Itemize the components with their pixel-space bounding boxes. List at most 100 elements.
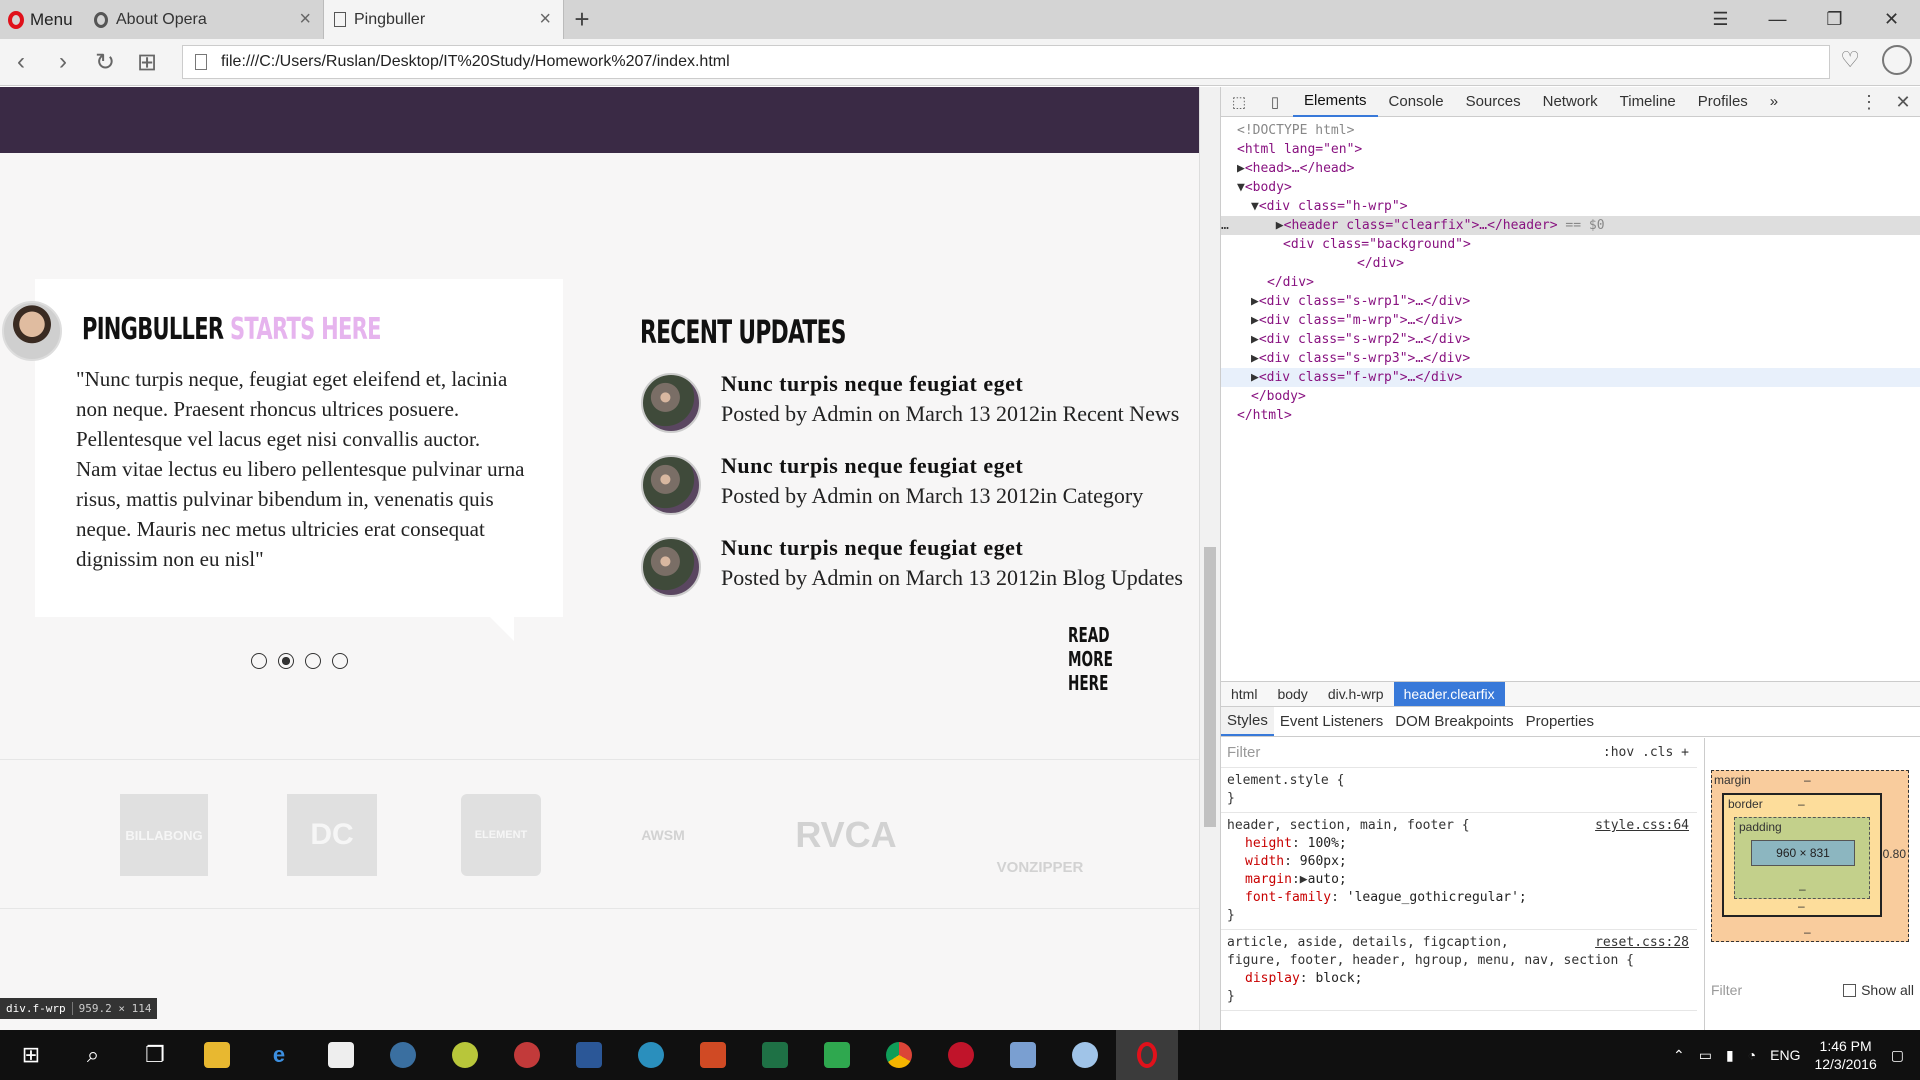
battery-icon[interactable]: ▮ xyxy=(1726,1047,1734,1064)
tab-elements[interactable]: Elements xyxy=(1293,87,1378,117)
forward-button[interactable]: › xyxy=(42,39,84,86)
speed-dial-icon[interactable]: ⊞ xyxy=(126,39,168,86)
recorder-icon[interactable] xyxy=(496,1030,558,1080)
subtab-styles[interactable]: Styles xyxy=(1221,707,1274,736)
inspect-element-icon[interactable]: ⬚ xyxy=(1221,93,1257,111)
more-tabs-icon[interactable]: » xyxy=(1759,87,1789,117)
language-indicator[interactable]: ENG xyxy=(1770,1047,1800,1063)
breadcrumb-item[interactable]: html xyxy=(1221,682,1267,706)
update-title[interactable]: Nunc turpis neque feugiat eget xyxy=(721,535,1023,561)
tray-chevron-icon[interactable]: ⌃ xyxy=(1673,1047,1685,1064)
update-title[interactable]: Nunc turpis neque feugiat eget xyxy=(721,453,1023,479)
search-icon[interactable]: ⌕ xyxy=(62,1030,124,1080)
close-window-button[interactable]: ✕ xyxy=(1863,0,1920,39)
account-icon[interactable] xyxy=(1882,45,1912,75)
opera-taskbar-icon[interactable] xyxy=(1116,1030,1178,1080)
new-tab-button[interactable]: + xyxy=(564,0,600,39)
subtab-dom-breakpoints[interactable]: DOM Breakpoints xyxy=(1389,707,1519,736)
virtualbox-icon[interactable] xyxy=(992,1030,1054,1080)
subtab-properties[interactable]: Properties xyxy=(1520,707,1600,736)
slider-dot[interactable] xyxy=(332,653,348,669)
dom-line-selected[interactable]: … ▶<header class="clearfix">…</header> =… xyxy=(1221,216,1920,235)
chrome-icon[interactable] xyxy=(868,1030,930,1080)
device-mode-icon[interactable]: ▯ xyxy=(1257,93,1293,111)
task-view-icon[interactable]: ❐ xyxy=(124,1030,186,1080)
reload-button[interactable]: ↻ xyxy=(84,39,126,86)
word-icon[interactable] xyxy=(558,1030,620,1080)
excel-icon[interactable] xyxy=(744,1030,806,1080)
dom-line[interactable]: ▶<div class="m-wrp">…</div> xyxy=(1221,311,1920,330)
computed-filter-input[interactable]: Filter xyxy=(1711,982,1742,998)
bookmark-heart-icon[interactable]: ♡ xyxy=(1840,47,1860,73)
box-model-border[interactable]: border – – padding – 960 × 831 xyxy=(1722,793,1882,917)
styles-filter-input[interactable]: Filter xyxy=(1227,744,1260,762)
box-model-padding[interactable]: padding – 960 × 831 xyxy=(1734,817,1870,899)
tab-sources[interactable]: Sources xyxy=(1455,87,1532,117)
read-more-link[interactable]: READ MORE HERE xyxy=(1068,623,1157,695)
update-thumbnail[interactable] xyxy=(641,537,701,597)
app-icon-disc[interactable] xyxy=(620,1030,682,1080)
paint-icon[interactable] xyxy=(1054,1030,1116,1080)
url-input[interactable]: file:///C:/Users/Ruslan/Desktop/IT%20Stu… xyxy=(182,45,1830,79)
dom-line[interactable]: <html lang="en"> xyxy=(1221,140,1920,159)
dom-line[interactable]: </body> xyxy=(1221,387,1920,406)
update-thumbnail[interactable] xyxy=(641,373,701,433)
dom-line[interactable]: <div class="background"> xyxy=(1221,235,1920,254)
tray-network-icon[interactable]: ▭ xyxy=(1699,1047,1712,1064)
brand-logo-rvca[interactable]: RVCA xyxy=(780,794,912,876)
tab-pingbuller[interactable]: Pingbuller × xyxy=(324,0,564,39)
tab-network[interactable]: Network xyxy=(1532,87,1609,117)
brand-logo-vonzipper[interactable]: VONZIPPER xyxy=(988,794,1092,876)
breadcrumb-item[interactable]: body xyxy=(1267,682,1317,706)
show-all-checkbox[interactable] xyxy=(1843,983,1857,997)
update-title[interactable]: Nunc turpis neque feugiat eget xyxy=(721,371,1023,397)
edge-icon[interactable]: e xyxy=(248,1030,310,1080)
close-tab-icon[interactable]: × xyxy=(539,8,551,31)
tab-profiles[interactable]: Profiles xyxy=(1687,87,1759,117)
subtab-event-listeners[interactable]: Event Listeners xyxy=(1274,707,1389,736)
dom-line[interactable]: ▶<head>…</head> xyxy=(1221,159,1920,178)
tab-menu-icon[interactable]: ☰ xyxy=(1692,0,1749,39)
dom-line[interactable]: </div> xyxy=(1221,254,1920,273)
close-tab-icon[interactable]: × xyxy=(299,8,311,31)
rule-source-link[interactable]: reset.css:28 xyxy=(1595,934,1689,952)
restore-button[interactable]: ❐ xyxy=(1806,0,1863,39)
tab-timeline[interactable]: Timeline xyxy=(1609,87,1687,117)
brand-logo-awsm[interactable]: AWSM xyxy=(628,794,698,876)
brand-logo-dc[interactable]: DC xyxy=(287,794,377,876)
rule-source-link[interactable]: style.css:64 xyxy=(1595,817,1689,835)
update-thumbnail[interactable] xyxy=(641,455,701,515)
css-declaration[interactable]: font-family: 'league_gothicregular'; xyxy=(1227,889,1691,907)
dom-line[interactable]: </div> xyxy=(1221,273,1920,292)
itunes-icon[interactable] xyxy=(434,1030,496,1080)
app-icon-globe[interactable] xyxy=(372,1030,434,1080)
dom-line[interactable]: ▼<div class="h-wrp"> xyxy=(1221,197,1920,216)
box-model-content[interactable]: 960 × 831 xyxy=(1751,840,1855,866)
css-declaration[interactable]: width: 960px; xyxy=(1227,853,1691,871)
dom-line[interactable]: ▼<body> xyxy=(1221,178,1920,197)
show-all-toggle[interactable]: Show all xyxy=(1843,982,1914,998)
brand-logo-billabong[interactable]: BILLABONG xyxy=(120,794,208,876)
sheets-icon[interactable] xyxy=(806,1030,868,1080)
slider-dot[interactable] xyxy=(251,653,267,669)
opera-menu-button[interactable]: Menu xyxy=(0,0,84,39)
tab-about-opera[interactable]: About Opera × xyxy=(84,0,324,39)
page-info-icon[interactable] xyxy=(195,54,207,70)
slider-dot[interactable] xyxy=(305,653,321,669)
notifications-icon[interactable]: ▢ xyxy=(1891,1047,1904,1064)
devtools-menu-icon[interactable]: ⋮ xyxy=(1852,92,1886,113)
start-button[interactable]: ⊞ xyxy=(0,1030,62,1080)
slider-dot-active[interactable] xyxy=(278,653,294,669)
clock[interactable]: 1:46 PM 12/3/2016 xyxy=(1814,1037,1876,1073)
wifi-icon[interactable]: ◔ xyxy=(1748,1047,1756,1063)
brand-logo-element[interactable]: ELEMENT xyxy=(461,794,541,876)
hov-cls-toggles[interactable]: :hov .cls + xyxy=(1603,744,1689,762)
page-scrollbar[interactable] xyxy=(1199,87,1220,1030)
tab-console[interactable]: Console xyxy=(1378,87,1455,117)
file-explorer-icon[interactable] xyxy=(186,1030,248,1080)
page-scrollbar-thumb[interactable] xyxy=(1204,547,1216,827)
dom-line[interactable]: <!DOCTYPE html> xyxy=(1221,121,1920,140)
dom-line-hovered[interactable]: ▶<div class="f-wrp">…</div> xyxy=(1221,368,1920,387)
minimize-button[interactable]: — xyxy=(1749,0,1806,39)
powerpoint-icon[interactable] xyxy=(682,1030,744,1080)
